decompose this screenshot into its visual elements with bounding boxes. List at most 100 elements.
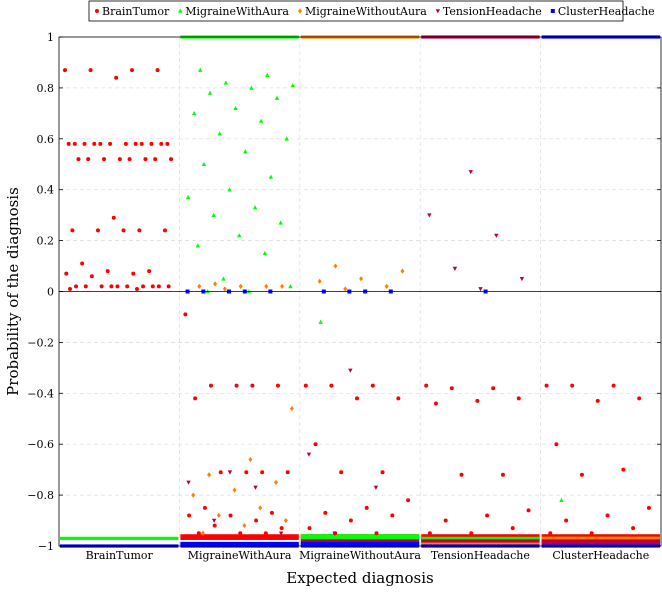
data-point bbox=[86, 157, 91, 162]
data-point bbox=[390, 513, 395, 518]
data-point bbox=[137, 228, 142, 233]
data-point bbox=[76, 157, 81, 162]
data-point bbox=[303, 383, 308, 388]
data-point bbox=[102, 157, 107, 162]
data-point bbox=[70, 228, 75, 233]
data-point bbox=[443, 518, 448, 523]
data-point bbox=[354, 396, 359, 401]
data-point bbox=[406, 498, 411, 503]
data-point bbox=[208, 383, 213, 388]
y-tick-label: 0 bbox=[47, 286, 54, 299]
chart-canvas: BrainTumor MigraineWithAura MigraineWithou… bbox=[4, 0, 662, 587]
data-point bbox=[329, 383, 334, 388]
data-point bbox=[155, 68, 160, 73]
data-point bbox=[579, 472, 584, 477]
data-point bbox=[459, 472, 464, 477]
data-point bbox=[244, 470, 249, 475]
x-tick-label: ClusterHeadache bbox=[552, 549, 649, 562]
data-point bbox=[250, 383, 255, 388]
data-point bbox=[212, 523, 217, 528]
data-point bbox=[139, 141, 144, 146]
data-point bbox=[637, 396, 642, 401]
data-point bbox=[228, 513, 233, 518]
legend-marker bbox=[550, 9, 555, 13]
data-point bbox=[469, 531, 474, 536]
data-point bbox=[153, 157, 158, 162]
data-point bbox=[150, 284, 155, 289]
data-point bbox=[117, 157, 122, 162]
data-point bbox=[370, 383, 375, 388]
data-point bbox=[364, 505, 369, 510]
data-point bbox=[526, 508, 531, 513]
data-point bbox=[427, 531, 432, 536]
y-tick-label: 0.6 bbox=[37, 133, 55, 146]
data-point bbox=[339, 470, 344, 475]
data-point bbox=[133, 141, 138, 146]
legend-label: BrainTumor bbox=[102, 5, 170, 18]
data-point bbox=[64, 271, 69, 276]
y-tick-label: 0.2 bbox=[37, 235, 55, 248]
data-point bbox=[98, 141, 103, 146]
data-point bbox=[396, 396, 401, 401]
data-point bbox=[129, 68, 134, 73]
data-point bbox=[89, 274, 94, 279]
legend-label: ClusterHeadache bbox=[558, 5, 655, 18]
y-tick-label: 1 bbox=[47, 31, 54, 44]
data-point bbox=[72, 141, 77, 146]
data-point bbox=[589, 531, 594, 536]
data-point bbox=[202, 505, 207, 510]
data-point bbox=[269, 510, 274, 515]
data-point bbox=[196, 531, 201, 536]
data-point bbox=[449, 386, 454, 391]
data-point bbox=[611, 383, 616, 388]
data-point bbox=[374, 531, 379, 536]
data-point bbox=[108, 141, 113, 146]
y-axis-title: Probability of the diagnosis bbox=[4, 187, 22, 396]
x-tick-label: MigraineWithoutAura bbox=[299, 549, 421, 562]
x-tick-label: BrainTumor bbox=[86, 549, 154, 562]
data-point bbox=[646, 505, 651, 510]
data-point bbox=[63, 68, 67, 73]
data-point bbox=[141, 284, 146, 289]
data-point bbox=[67, 286, 72, 291]
data-point bbox=[74, 284, 79, 289]
data-point bbox=[218, 470, 223, 475]
data-point bbox=[238, 531, 243, 536]
legend-label: TensionHeadache bbox=[443, 5, 542, 18]
data-point bbox=[260, 470, 265, 475]
data-point bbox=[156, 284, 161, 289]
y-tick-label: −0.2 bbox=[27, 336, 54, 349]
saturated-band bbox=[421, 539, 540, 543]
saturated-band bbox=[60, 536, 179, 540]
y-tick-label: 0.8 bbox=[37, 82, 55, 95]
data-point bbox=[510, 526, 515, 531]
legend-label: MigraineWithoutAura bbox=[305, 5, 427, 18]
data-point bbox=[159, 141, 164, 146]
data-point bbox=[166, 284, 171, 289]
data-point bbox=[313, 442, 318, 447]
x-tick-label: TensionHeadache bbox=[431, 549, 530, 562]
data-point bbox=[595, 398, 600, 403]
data-point bbox=[99, 284, 104, 289]
y-tick-label: 0.4 bbox=[37, 184, 55, 197]
x-axis-title: Expected diagnosis bbox=[286, 569, 433, 587]
data-point bbox=[109, 284, 114, 289]
data-point bbox=[111, 215, 116, 220]
plot-area bbox=[58, 35, 662, 548]
data-point bbox=[134, 286, 139, 291]
data-point bbox=[169, 157, 174, 162]
y-tick-label: −0.6 bbox=[27, 438, 54, 451]
data-point bbox=[147, 269, 152, 274]
data-point bbox=[114, 75, 119, 80]
data-point bbox=[263, 531, 268, 536]
data-point bbox=[491, 386, 496, 391]
data-point bbox=[234, 383, 239, 388]
y-tick-label: −1 bbox=[38, 540, 54, 553]
data-point bbox=[548, 531, 553, 536]
data-point bbox=[348, 518, 353, 523]
data-point bbox=[475, 398, 480, 403]
data-point bbox=[143, 157, 148, 162]
data-point bbox=[605, 513, 610, 518]
data-point bbox=[554, 442, 559, 447]
data-point bbox=[80, 261, 85, 266]
